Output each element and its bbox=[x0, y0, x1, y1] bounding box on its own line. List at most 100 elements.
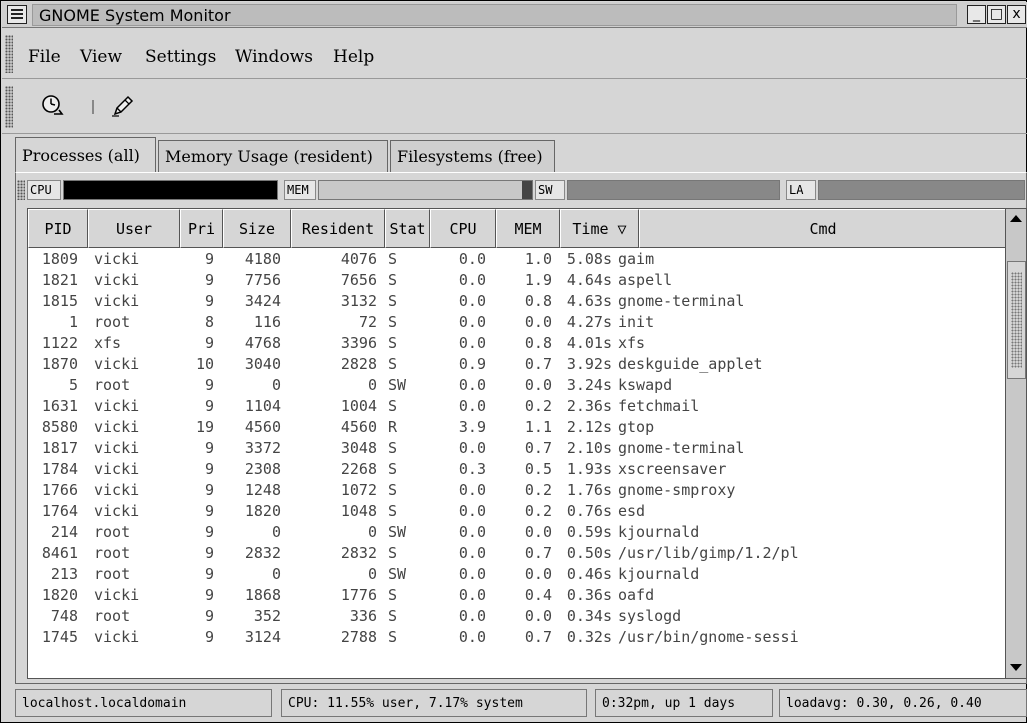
menubar-grip-handle[interactable] bbox=[5, 35, 13, 73]
table-row[interactable]: 8461 root 9 2832 2832 S 0.0 0.7 0.50s/usr/lib/gi… bbox=[28, 544, 1008, 565]
menu-view[interactable]: View bbox=[80, 47, 122, 67]
cell-stat: SW bbox=[388, 376, 407, 394]
window-menu-icon[interactable] bbox=[7, 5, 27, 24]
cell-mem: 0.7 bbox=[524, 544, 552, 562]
column-header-cpu[interactable]: CPU bbox=[430, 209, 496, 248]
column-header-stat[interactable]: Stat bbox=[385, 209, 430, 248]
cell-cmd: /usr/lib/gimp/1.2/pl bbox=[618, 544, 799, 562]
toolbar-grip-handle[interactable] bbox=[5, 86, 13, 128]
table-row[interactable]: 1 root 8 116 72 S 0.0 0.0 4.27s init bbox=[28, 313, 1008, 334]
maximize-button[interactable]: □ bbox=[987, 5, 1006, 24]
cell-mem: 0.7 bbox=[524, 628, 552, 646]
column-header-cmd[interactable]: Cmd bbox=[639, 209, 1007, 248]
cell-cmd: /usr/bin/gnome-sessi bbox=[618, 628, 799, 646]
cell-user: vicki bbox=[94, 271, 140, 289]
table-row[interactable]: 8580 vicki 19 4560 4560 R 3.9 1.1 2.12s gtop bbox=[28, 418, 1008, 439]
column-header-time[interactable]: Time ▽ bbox=[560, 209, 639, 248]
cell-time: 0.46s bbox=[566, 565, 612, 583]
cell-stat: S bbox=[388, 334, 398, 352]
cell-pid: 1870 bbox=[41, 355, 78, 373]
cell-mem: 0.0 bbox=[524, 523, 552, 541]
cell-mem: 1.0 bbox=[524, 250, 552, 268]
minimize-button[interactable]: _ bbox=[967, 5, 986, 24]
close-button[interactable]: x bbox=[1007, 5, 1026, 24]
table-row[interactable]: 1821 vicki 9 7756 7656 S 0.0 1.9 4.64s aspell bbox=[28, 271, 1008, 292]
table-row[interactable]: 1122 xfs 9 4768 3396 S 0.0 0.8 4.01s xfs bbox=[28, 334, 1008, 355]
meters-grip-handle[interactable] bbox=[17, 180, 25, 200]
cell-priority: 9 bbox=[204, 334, 214, 352]
column-header-pid[interactable]: PID bbox=[28, 209, 88, 248]
vertical-scrollbar[interactable] bbox=[1005, 208, 1027, 679]
cell-priority: 9 bbox=[204, 481, 214, 499]
scroll-up-arrow-icon[interactable] bbox=[1008, 210, 1024, 228]
cell-pid: 1745 bbox=[41, 628, 78, 646]
table-row[interactable]: 1820 vicki 9 1868 1776 S 0.0 0.4 0.36s oafd bbox=[28, 586, 1008, 607]
table-row[interactable]: 213 root 9 0 0 SW 0.0 0.0 0.46s kjournald bbox=[28, 565, 1008, 586]
table-row[interactable]: 1809 vicki 9 4180 4076 S 0.0 1.0 5.08s gaim bbox=[28, 250, 1008, 271]
cell-stat: S bbox=[388, 460, 398, 478]
table-row[interactable]: 1764 vicki 9 1820 1048 S 0.0 0.2 0.76s esd bbox=[28, 502, 1008, 523]
status-cpu: CPU: 11.55% user, 7.17% system bbox=[281, 689, 587, 717]
cell-cpu: 0.0 bbox=[458, 334, 486, 352]
cell-size: 0 bbox=[271, 376, 281, 394]
table-row[interactable]: 1766 vicki 9 1248 1072 S 0.0 0.2 1.76s gnome-smpr… bbox=[28, 481, 1008, 502]
cell-resident: 2268 bbox=[340, 460, 377, 478]
pencil-edit-icon[interactable] bbox=[110, 93, 136, 119]
table-row[interactable]: 5 root 9 0 0 SW 0.0 0.0 3.24s kswapd bbox=[28, 376, 1008, 397]
cell-mem: 0.8 bbox=[524, 292, 552, 310]
cell-stat: S bbox=[388, 397, 398, 415]
cell-cmd: kswapd bbox=[618, 376, 673, 394]
scrollbar-thumb[interactable] bbox=[1007, 261, 1026, 379]
column-header-user[interactable]: User bbox=[88, 209, 180, 248]
title-area[interactable]: GNOME System Monitor bbox=[32, 4, 957, 26]
process-table[interactable]: PID User Pri Size Resident Stat CPU MEM … bbox=[27, 208, 1009, 679]
cell-cmd: xscreensaver bbox=[618, 460, 727, 478]
menu-settings[interactable]: Settings bbox=[145, 47, 216, 67]
column-header-size[interactable]: Size bbox=[223, 209, 291, 248]
cell-cpu: 0.0 bbox=[458, 607, 486, 625]
cell-pid: 5 bbox=[68, 376, 78, 394]
table-row[interactable]: 1817 vicki 9 3372 3048 S 0.0 0.7 2.10s gnome-term… bbox=[28, 439, 1008, 460]
table-row[interactable]: 214 root 9 0 0 SW 0.0 0.0 0.59s kjournald bbox=[28, 523, 1008, 544]
cell-pid: 1817 bbox=[41, 439, 78, 457]
cell-pid: 213 bbox=[50, 565, 78, 583]
cell-cmd: gnome-smproxy bbox=[618, 481, 736, 499]
cell-size: 4560 bbox=[244, 418, 281, 436]
table-row[interactable]: 1631 vicki 9 1104 1004 S 0.0 0.2 2.36s fetchmail bbox=[28, 397, 1008, 418]
cell-resident: 7656 bbox=[340, 271, 377, 289]
tab-processes[interactable]: Processes (all) bbox=[15, 137, 156, 172]
scroll-down-arrow-icon[interactable] bbox=[1008, 658, 1024, 676]
cell-mem: 0.2 bbox=[524, 481, 552, 499]
table-row[interactable]: 748 root 9 352 336 S 0.0 0.0 0.34s syslogd bbox=[28, 607, 1008, 628]
column-header-pri[interactable]: Pri bbox=[180, 209, 223, 248]
tab-filesystems[interactable]: Filesystems (free) bbox=[390, 140, 555, 172]
column-header-mem[interactable]: MEM bbox=[496, 209, 560, 248]
title-bar[interactable]: GNOME System Monitor _ □ x bbox=[2, 2, 1027, 28]
cell-resident: 72 bbox=[358, 313, 377, 331]
cell-pid: 748 bbox=[50, 607, 78, 625]
table-row[interactable]: 1870 vicki 10 3040 2828 S 0.9 0.7 3.92s deskguide… bbox=[28, 355, 1008, 376]
cell-size: 2832 bbox=[244, 544, 281, 562]
cell-mem: 0.0 bbox=[524, 607, 552, 625]
clock-refresh-icon[interactable] bbox=[40, 93, 66, 119]
table-row[interactable]: 1784 vicki 9 2308 2268 S 0.3 0.5 1.93s xscreensav… bbox=[28, 460, 1008, 481]
menu-help[interactable]: Help bbox=[333, 47, 374, 67]
status-loadavg: loadavg: 0.30, 0.26, 0.40 bbox=[779, 689, 1027, 717]
cell-resident: 3132 bbox=[340, 292, 377, 310]
cell-size: 1248 bbox=[244, 481, 281, 499]
tab-memory-usage[interactable]: Memory Usage (resident) bbox=[158, 140, 388, 172]
cell-time: 2.36s bbox=[566, 397, 612, 415]
cell-cmd: gtop bbox=[618, 418, 655, 436]
menu-bar: File View Settings Windows Help bbox=[2, 29, 1027, 79]
cell-mem: 0.4 bbox=[524, 586, 552, 604]
cell-cmd: fetchmail bbox=[618, 397, 700, 415]
cell-time: 0.36s bbox=[566, 586, 612, 604]
table-row[interactable]: 1745 vicki 9 3124 2788 S 0.0 0.7 0.32s/usr/bin/g… bbox=[28, 628, 1008, 649]
swap-meter-label: SW bbox=[535, 180, 565, 200]
menu-windows[interactable]: Windows bbox=[235, 47, 313, 67]
status-uptime: 0:32pm, up 1 days bbox=[595, 689, 773, 717]
cell-mem: 1.9 bbox=[524, 271, 552, 289]
menu-file[interactable]: File bbox=[28, 47, 61, 67]
table-row[interactable]: 1815 vicki 9 3424 3132 S 0.0 0.8 4.63s gnome-term… bbox=[28, 292, 1008, 313]
column-header-resident[interactable]: Resident bbox=[291, 209, 385, 248]
